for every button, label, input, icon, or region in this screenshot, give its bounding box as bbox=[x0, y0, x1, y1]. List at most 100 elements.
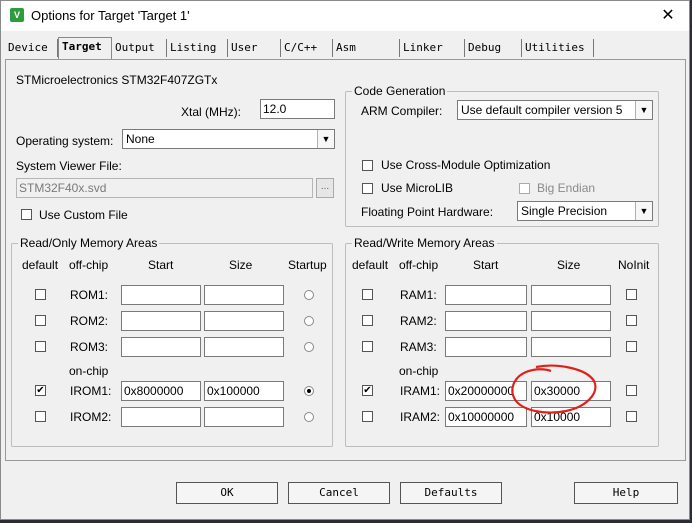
size-input[interactable] bbox=[204, 285, 284, 305]
tab-asm[interactable]: Asm bbox=[333, 39, 400, 57]
chevron-down-icon[interactable]: ▼ bbox=[317, 130, 334, 148]
arm-compiler-select[interactable]: Use default compiler version 5 ▼ bbox=[457, 100, 653, 120]
size-input[interactable]: 0x30000 bbox=[531, 381, 611, 401]
memory-area-name: RAM3: bbox=[400, 340, 437, 354]
start-address-input[interactable] bbox=[121, 285, 201, 305]
device-name: STMicroelectronics STM32F407ZGTx bbox=[16, 73, 218, 87]
noinit-checkbox[interactable] bbox=[626, 289, 637, 300]
size-input[interactable] bbox=[531, 285, 611, 305]
size-input[interactable]: 0x10000 bbox=[531, 407, 611, 427]
custom-file-checkbox[interactable] bbox=[21, 209, 32, 220]
ok-button[interactable]: OK bbox=[176, 482, 278, 504]
tab-utilities[interactable]: Utilities bbox=[522, 39, 594, 57]
memory-area-name: RAM1: bbox=[400, 288, 437, 302]
tab-linker[interactable]: Linker bbox=[400, 39, 465, 57]
big-endian-label: Big Endian bbox=[537, 181, 596, 195]
os-label: Operating system: bbox=[16, 134, 114, 148]
default-checkbox[interactable]: ✔ bbox=[362, 385, 373, 396]
size-input[interactable] bbox=[204, 311, 284, 331]
code-generation-title: Code Generation bbox=[352, 84, 448, 98]
size-input[interactable] bbox=[531, 311, 611, 331]
memory-area-name: IROM2: bbox=[70, 410, 112, 424]
memory-area-name: IROM1: bbox=[70, 384, 112, 398]
start-address-input[interactable] bbox=[445, 285, 527, 305]
svd-input[interactable]: STM32F40x.svd bbox=[16, 178, 313, 198]
start-address-input[interactable] bbox=[445, 311, 527, 331]
memory-area-name: ROM2: bbox=[70, 314, 109, 328]
tab-c-cpp[interactable]: C/C++ bbox=[281, 39, 333, 57]
cancel-button[interactable]: Cancel bbox=[288, 482, 390, 504]
default-checkbox[interactable] bbox=[35, 289, 46, 300]
default-checkbox[interactable] bbox=[362, 315, 373, 326]
ram-group-title: Read/Write Memory Areas bbox=[352, 236, 497, 250]
tab-output[interactable]: Output bbox=[112, 39, 167, 57]
defaults-button[interactable]: Defaults bbox=[400, 482, 502, 504]
start-address-input[interactable] bbox=[121, 407, 201, 427]
memory-area-name: ROM3: bbox=[70, 340, 109, 354]
xtal-label: Xtal (MHz): bbox=[181, 105, 241, 119]
startup-radio[interactable] bbox=[304, 386, 314, 396]
start-address-input[interactable]: 0x8000000 bbox=[121, 381, 201, 401]
memory-area-name: IRAM1: bbox=[400, 384, 441, 398]
default-checkbox[interactable] bbox=[362, 411, 373, 422]
help-button[interactable]: Help bbox=[574, 482, 678, 504]
ram-header-offchip: off-chip bbox=[399, 258, 439, 272]
svd-browse-button[interactable]: ... bbox=[316, 178, 334, 198]
noinit-checkbox[interactable] bbox=[626, 385, 637, 396]
default-checkbox[interactable] bbox=[362, 341, 373, 352]
cross-module-checkbox[interactable] bbox=[362, 160, 373, 171]
rom-onchip-label: on-chip bbox=[69, 364, 109, 378]
arm-compiler-label: ARM Compiler: bbox=[361, 104, 443, 118]
rom-header-startup: Startup bbox=[288, 258, 327, 272]
startup-radio[interactable] bbox=[304, 316, 314, 326]
xtal-input[interactable]: 12.0 bbox=[260, 99, 335, 119]
default-checkbox[interactable] bbox=[35, 315, 46, 326]
svd-label: System Viewer File: bbox=[16, 159, 122, 173]
noinit-checkbox[interactable] bbox=[626, 341, 637, 352]
os-select[interactable]: None ▼ bbox=[122, 129, 335, 149]
rom-group-title: Read/Only Memory Areas bbox=[18, 236, 160, 250]
default-checkbox[interactable] bbox=[362, 289, 373, 300]
memory-area-name: IRAM2: bbox=[400, 410, 441, 424]
close-icon[interactable]: ✕ bbox=[653, 5, 683, 27]
microlib-checkbox[interactable] bbox=[362, 183, 373, 194]
size-input[interactable] bbox=[531, 337, 611, 357]
size-input[interactable]: 0x100000 bbox=[204, 381, 284, 401]
start-address-input[interactable] bbox=[121, 337, 201, 357]
size-input[interactable] bbox=[204, 407, 284, 427]
fpu-select[interactable]: Single Precision ▼ bbox=[517, 201, 653, 221]
chevron-down-icon[interactable]: ▼ bbox=[635, 101, 652, 119]
arm-compiler-value: Use default compiler version 5 bbox=[461, 103, 623, 117]
start-address-input[interactable]: 0x20000000 bbox=[445, 381, 527, 401]
fpu-value: Single Precision bbox=[521, 204, 608, 218]
start-address-input[interactable] bbox=[121, 311, 201, 331]
startup-radio[interactable] bbox=[304, 412, 314, 422]
keil-uvision-icon: V bbox=[10, 8, 24, 22]
tab-listing[interactable]: Listing bbox=[167, 39, 228, 57]
size-input[interactable] bbox=[204, 337, 284, 357]
os-select-value: None bbox=[126, 132, 155, 146]
chevron-down-icon[interactable]: ▼ bbox=[635, 202, 652, 220]
big-endian-checkbox[interactable] bbox=[519, 183, 530, 194]
tab-debug[interactable]: Debug bbox=[465, 39, 522, 57]
start-address-input[interactable]: 0x10000000 bbox=[445, 407, 527, 427]
ram-header-size: Size bbox=[557, 258, 581, 272]
window-title: Options for Target 'Target 1' bbox=[31, 8, 190, 23]
ram-header-noinit: NoInit bbox=[618, 258, 650, 272]
tab-user[interactable]: User bbox=[228, 39, 281, 57]
memory-area-name: RAM2: bbox=[400, 314, 437, 328]
rom-header-size: Size bbox=[229, 258, 253, 272]
startup-radio[interactable] bbox=[304, 342, 314, 352]
start-address-input[interactable] bbox=[445, 337, 527, 357]
memory-area-name: ROM1: bbox=[70, 288, 109, 302]
startup-radio[interactable] bbox=[304, 290, 314, 300]
tab-target[interactable]: Target bbox=[58, 37, 112, 59]
ram-header-default: default bbox=[352, 258, 389, 272]
ram-header-start: Start bbox=[473, 258, 499, 272]
noinit-checkbox[interactable] bbox=[626, 315, 637, 326]
noinit-checkbox[interactable] bbox=[626, 411, 637, 422]
default-checkbox[interactable] bbox=[35, 341, 46, 352]
default-checkbox[interactable] bbox=[35, 411, 46, 422]
tab-device[interactable]: Device bbox=[5, 39, 58, 57]
default-checkbox[interactable]: ✔ bbox=[35, 385, 46, 396]
